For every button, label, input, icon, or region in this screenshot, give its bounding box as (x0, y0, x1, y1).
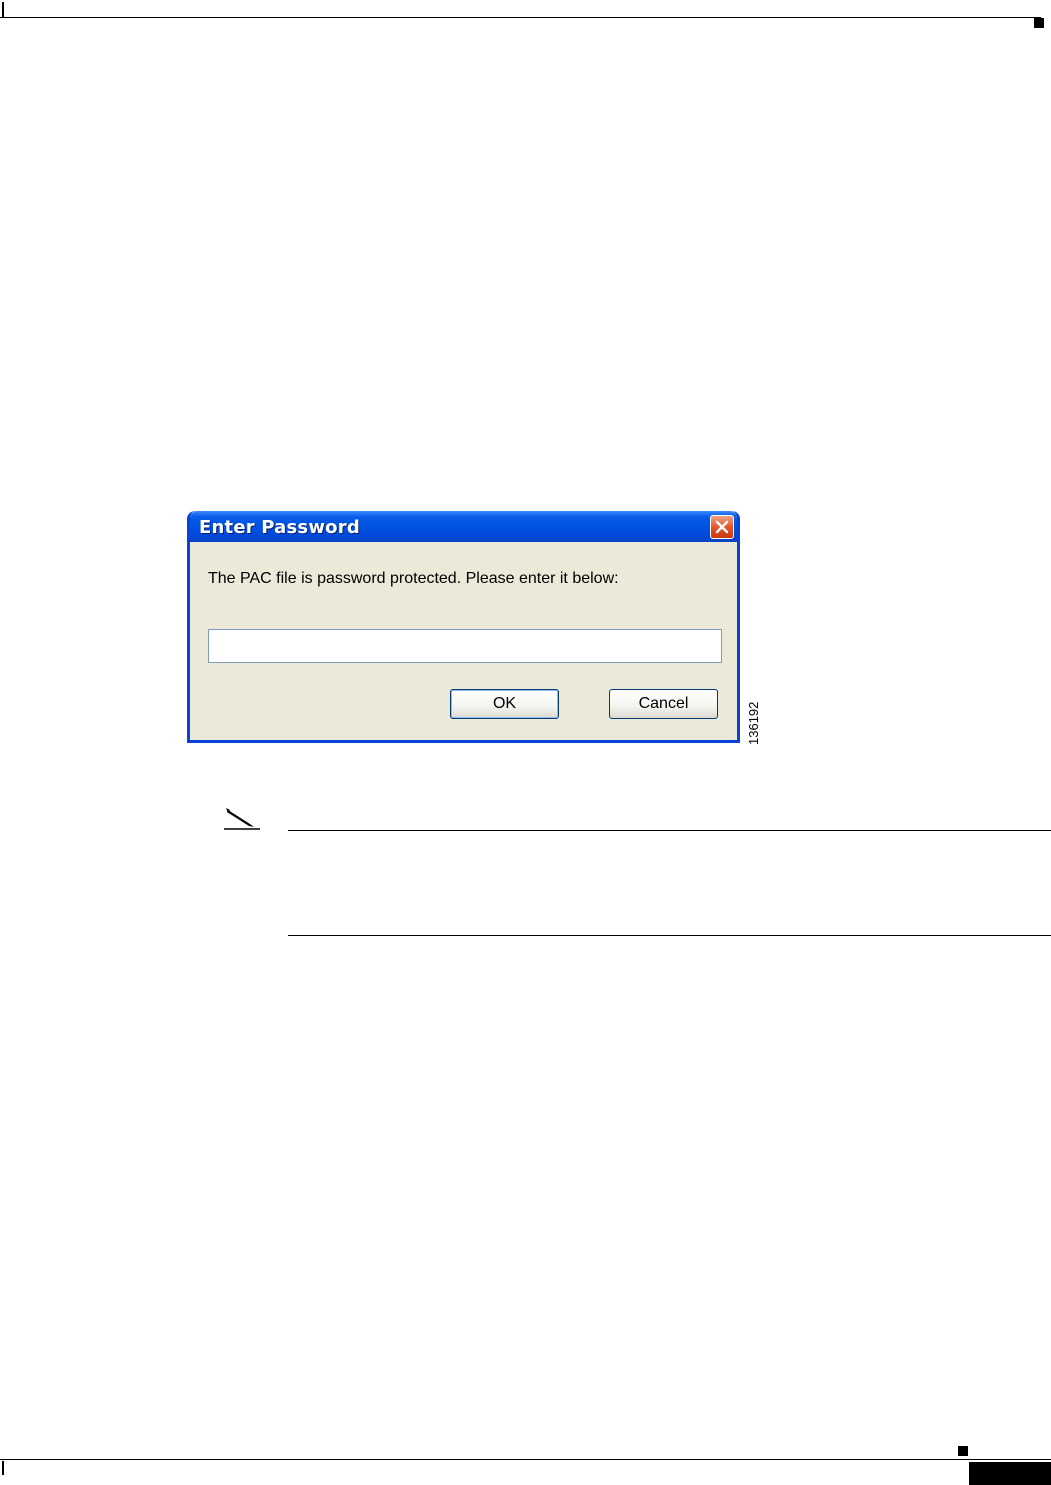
close-icon (715, 520, 729, 534)
footer-left-tick (2, 1461, 4, 1475)
note-rule-top (288, 830, 1051, 831)
note-rule-bottom (288, 935, 1051, 936)
dialog-title: Enter Password (199, 517, 360, 538)
dialog-message: The PAC file is password protected. Plea… (208, 570, 619, 587)
footer-marker (958, 1446, 968, 1456)
password-input[interactable] (208, 629, 722, 663)
cancel-button[interactable]: Cancel (609, 689, 718, 719)
footer-rule (0, 1459, 1051, 1460)
enter-password-dialog: Enter Password The PAC file is password … (187, 511, 740, 743)
pencil-icon (224, 808, 260, 830)
close-button[interactable] (710, 515, 734, 539)
header-marker (1034, 18, 1044, 28)
dialog-titlebar[interactable]: Enter Password (190, 511, 737, 542)
figure-number: 136192 (746, 701, 761, 745)
header-rule (0, 17, 1041, 18)
header-left-tick (2, 2, 4, 18)
ok-button[interactable]: OK (450, 689, 559, 719)
page-number-tab (969, 1462, 1051, 1485)
